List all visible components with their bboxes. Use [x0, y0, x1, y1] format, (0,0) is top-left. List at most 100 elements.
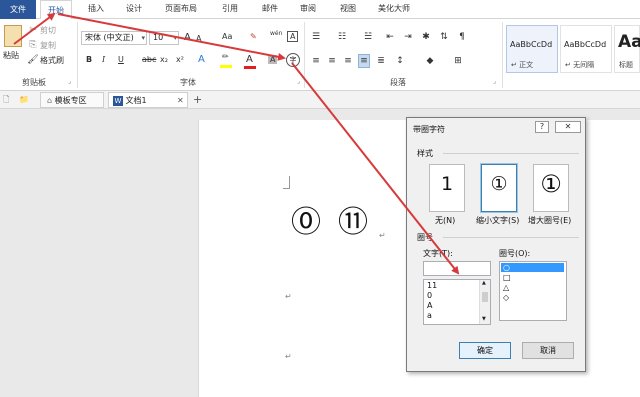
highlight-color-swatch	[220, 65, 232, 68]
align-center-icon[interactable]: ≡	[326, 55, 338, 67]
align-right-icon[interactable]: ≡	[342, 55, 354, 67]
character-shading-button[interactable]: A	[268, 55, 278, 64]
shading-icon[interactable]: ◆	[424, 55, 436, 67]
character-border-button[interactable]: A	[287, 31, 299, 42]
line-spacing-icon[interactable]: ↕	[394, 55, 406, 67]
option-none[interactable]: 1	[429, 164, 465, 212]
tab-design[interactable]: 设计	[126, 3, 142, 14]
list-item[interactable]: △	[503, 283, 509, 292]
paragraph-launcher-icon[interactable]: ⌟	[493, 78, 496, 85]
divider	[443, 153, 579, 154]
text-effects-button[interactable]: A	[198, 54, 205, 65]
sort-icon[interactable]: ⇅	[438, 31, 450, 43]
decrease-indent-icon[interactable]: ⇤	[384, 31, 396, 43]
option-enlarge-symbol[interactable]: ①	[533, 164, 569, 212]
scroll-up-icon[interactable]: ▲	[482, 280, 486, 286]
option-enlarge-symbol-label: 增大圈号(E)	[528, 216, 572, 225]
enclose-characters-button[interactable]: 字	[286, 53, 300, 67]
close-tab-icon[interactable]: ✕	[177, 93, 184, 109]
new-document-icon[interactable]: 🗋	[3, 92, 9, 108]
add-tab-button[interactable]: +	[193, 92, 202, 108]
option-shrink-text[interactable]: ①	[480, 163, 518, 213]
italic-button[interactable]: I	[102, 55, 105, 64]
phonetic-guide-button[interactable]: wén	[270, 30, 282, 37]
align-left-icon[interactable]: ≡	[310, 55, 322, 67]
list-item-selected[interactable]: ○	[501, 263, 564, 272]
tab-view[interactable]: 视图	[340, 3, 356, 14]
separator	[77, 22, 78, 88]
list-item[interactable]: ◇	[503, 293, 509, 302]
list-item[interactable]: A	[427, 301, 432, 310]
paste-button[interactable]: 粘贴	[3, 50, 19, 61]
chevron-down-icon: ▾	[173, 34, 177, 42]
format-painter-button[interactable]: 格式刷	[40, 55, 64, 66]
numbering-icon[interactable]: ☷	[336, 31, 348, 43]
style-heading-1[interactable]: Aa 标题	[614, 25, 640, 73]
tab-insert[interactable]: 插入	[88, 3, 104, 14]
close-dialog-button[interactable]: ✕	[555, 121, 581, 133]
listbox-scrollbar[interactable]: ▲ ▼	[479, 280, 490, 324]
style-sample: Aa	[618, 32, 640, 52]
tab-references[interactable]: 引用	[222, 3, 238, 14]
font-name-combo[interactable]: 宋体 (中文正) ▾	[81, 31, 147, 45]
list-item[interactable]: a	[427, 311, 432, 320]
tab-document-1[interactable]: W 文档1 ✕	[108, 92, 188, 108]
increase-indent-icon[interactable]: ⇥	[402, 31, 414, 43]
grow-font-button[interactable]: A	[184, 32, 191, 43]
font-color-button[interactable]: A	[246, 54, 253, 65]
bullets-icon[interactable]: ☰	[310, 31, 322, 43]
style-name: 标题	[619, 61, 633, 69]
scissors-icon: ✂	[29, 25, 37, 35]
style-no-spacing[interactable]: AaBbCcDd ↵ 无间隔	[560, 25, 612, 73]
enclosure-listbox[interactable]: ○ □ △ ◇	[499, 261, 567, 321]
scrollbar-thumb[interactable]	[482, 292, 488, 302]
distributed-icon[interactable]: ≣	[375, 55, 387, 67]
style-normal[interactable]: AaBbCcDd ↵ 正文	[506, 25, 558, 73]
subscript-button[interactable]: x₂	[160, 55, 168, 64]
font-group-label: 字体	[180, 78, 196, 87]
separator	[304, 22, 305, 88]
chevron-down-icon: ▾	[141, 34, 145, 42]
format-painter-icon: 🖌	[27, 55, 39, 65]
document-tab-bar: 🗋 📁 ⌂ 模板专区 W 文档1 ✕ +	[0, 91, 640, 109]
clear-format-icon[interactable]: ✎	[250, 32, 257, 41]
tab-review[interactable]: 审阅	[300, 3, 316, 14]
paste-icon[interactable]	[4, 25, 22, 47]
shrink-font-button[interactable]: A	[196, 34, 201, 43]
borders-icon[interactable]: ⊞	[452, 55, 464, 67]
tab-template-zone[interactable]: ⌂ 模板专区	[40, 92, 104, 108]
copy-button[interactable]: 复制	[40, 40, 56, 51]
list-item[interactable]: 11	[427, 281, 437, 290]
cut-button[interactable]: 剪切	[40, 25, 56, 36]
tab-mailings[interactable]: 邮件	[262, 3, 278, 14]
folder-icon[interactable]: 📁	[19, 92, 29, 108]
ok-button[interactable]: 确定	[459, 342, 511, 359]
option-preview: ①	[490, 173, 508, 195]
multilevel-list-icon[interactable]: ☱	[362, 31, 374, 43]
scroll-down-icon[interactable]: ▼	[482, 316, 486, 322]
change-case-button[interactable]: Aa	[222, 32, 232, 41]
cancel-button[interactable]: 取消	[522, 342, 574, 359]
tab-page-layout[interactable]: 页面布局	[165, 3, 197, 14]
font-launcher-icon[interactable]: ⌟	[297, 78, 300, 85]
bold-button[interactable]: B	[86, 55, 92, 64]
highlight-color-icon[interactable]: ✏	[222, 52, 229, 61]
underline-button[interactable]: U	[118, 55, 124, 64]
option-preview: ①	[540, 170, 562, 198]
tab-file[interactable]: 文件	[0, 0, 36, 19]
justify-icon[interactable]: ≡	[358, 54, 370, 68]
tab-home[interactable]: 开始	[40, 0, 72, 20]
strikethrough-button[interactable]: abc	[142, 55, 156, 64]
text-listbox[interactable]: 11 0 A a ▲ ▼	[423, 279, 491, 325]
superscript-button[interactable]: x²	[176, 55, 184, 64]
word-doc-icon: W	[113, 95, 123, 106]
show-marks-icon[interactable]: ¶	[456, 31, 468, 43]
help-button[interactable]: ?	[535, 121, 549, 133]
clipboard-launcher-icon[interactable]: ⌟	[68, 78, 71, 85]
list-item[interactable]: 0	[427, 291, 432, 300]
text-input[interactable]	[423, 261, 491, 276]
chinese-layout-icon[interactable]: ✱	[420, 31, 432, 43]
list-item[interactable]: □	[503, 273, 511, 282]
font-size-combo[interactable]: 10 ▾	[149, 31, 179, 45]
tab-beautify-master[interactable]: 美化大师	[378, 3, 410, 14]
